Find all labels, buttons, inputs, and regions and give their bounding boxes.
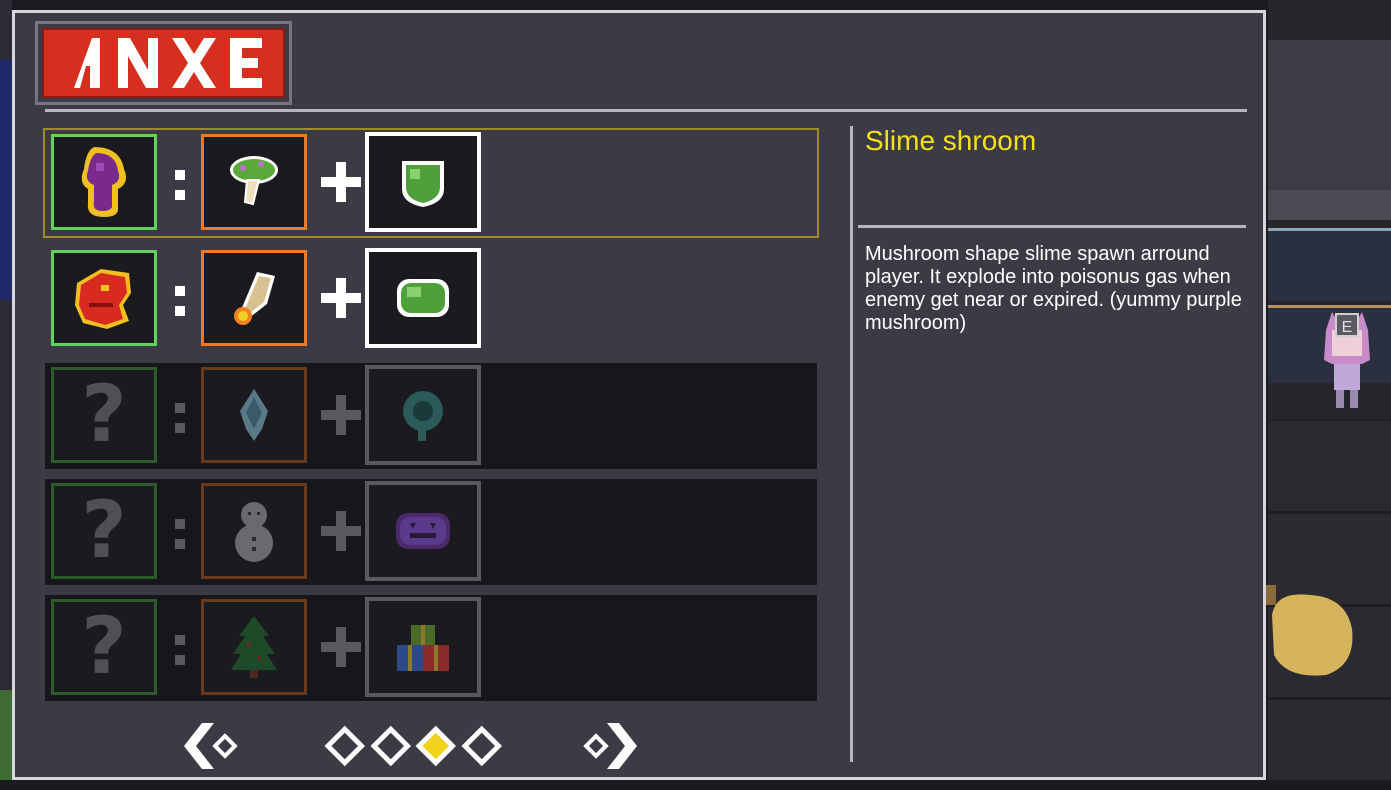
recipe-ingredient-1-slot: [201, 599, 307, 695]
recipe-colon: [173, 515, 187, 551]
page-dot-3-active[interactable]: [414, 719, 458, 773]
teal-orb-icon: [403, 391, 443, 441]
locked-result-slot: ?: [51, 599, 157, 695]
gift-boxes-icon: [397, 625, 449, 671]
locked-result-slot: ?: [51, 483, 157, 579]
svg-text:E: E: [1342, 319, 1353, 336]
christmas-tree-icon: [231, 616, 277, 678]
recipe-colon: [173, 282, 187, 318]
selected-item-description: Mushroom shape slime spawn arround playe…: [865, 243, 1242, 334]
recipe-plus: [321, 627, 361, 667]
unknown-result-label: ?: [81, 602, 127, 692]
recipe-ingredient-2-slot: [365, 597, 481, 697]
unknown-result-label: ?: [81, 370, 127, 460]
recipe-ingredient-1-slot: [201, 367, 307, 463]
recipe-row-5: ?: [45, 595, 817, 701]
header-divider: [45, 109, 1247, 112]
recipe-colon: [173, 399, 187, 435]
background-stripe: [1268, 190, 1391, 220]
background-bottom: [0, 780, 1391, 790]
recipe-result-slot[interactable]: [51, 134, 157, 230]
recipe-plus: [321, 511, 361, 551]
green-slime-shield-icon: [402, 161, 444, 207]
recipe-row-4: ?: [45, 479, 817, 585]
green-slime-barrel-icon: [397, 279, 449, 317]
page-dot-2[interactable]: [369, 719, 413, 773]
red-dragon-icon: [75, 269, 131, 329]
recipe-ingredient-2-slot: [365, 365, 481, 465]
page-dot-1[interactable]: [323, 719, 367, 773]
snowman-icon: [235, 502, 273, 562]
logo-glyphs-icon: [74, 38, 262, 88]
recipe-colon: [173, 631, 187, 667]
page-indicator: [323, 719, 503, 773]
crafting-panel: ? ? ? Slime shroom Mushroom shape slime …: [12, 10, 1266, 780]
recipe-ingredient-2-slot[interactable]: [365, 132, 481, 232]
recipe-ingredient-1-slot: [201, 483, 307, 579]
recipe-plus: [321, 395, 361, 435]
recipe-row-3: ?: [45, 363, 817, 469]
background-wall: [1268, 40, 1391, 190]
game-logo: [42, 28, 285, 98]
selected-item-title: Slime shroom: [865, 125, 1037, 156]
recipe-row-2[interactable]: [45, 246, 817, 352]
recipe-row-1[interactable]: [43, 128, 819, 238]
locked-result-slot: ?: [51, 367, 157, 463]
background-left-grass: [0, 690, 12, 790]
chevron-left-icon: [184, 723, 238, 769]
ice-crystal-icon: [240, 389, 268, 441]
background-left-wall: [0, 60, 12, 300]
recipe-result-slot[interactable]: [51, 250, 157, 346]
background-window-1: [1268, 228, 1391, 301]
vertical-divider: [850, 126, 853, 762]
chevron-right-icon: [583, 723, 637, 769]
recipe-plus: [321, 278, 361, 318]
prev-page-button[interactable]: [180, 719, 240, 773]
player-character-sprite: E: [1324, 312, 1370, 408]
detail-divider: [858, 225, 1246, 228]
page-dot-4[interactable]: [460, 719, 504, 773]
next-page-button[interactable]: [581, 719, 641, 773]
logo-frame: [35, 21, 292, 105]
purple-pumpkin-icon: [396, 513, 450, 549]
recipe-ingredient-2-slot[interactable]: [365, 248, 481, 348]
fire-scroll-icon: [234, 272, 275, 325]
recipe-colon: [173, 166, 187, 202]
recipe-plus: [321, 162, 361, 202]
recipe-ingredient-1-slot[interactable]: [201, 134, 307, 230]
purple-mushroom-icon: [81, 147, 126, 217]
unknown-result-label: ?: [81, 486, 127, 576]
background-sack-sprite: [1266, 585, 1353, 676]
recipe-ingredient-2-slot: [365, 481, 481, 581]
recipe-ingredient-1-slot[interactable]: [201, 250, 307, 346]
green-mushroom-icon: [230, 156, 278, 206]
